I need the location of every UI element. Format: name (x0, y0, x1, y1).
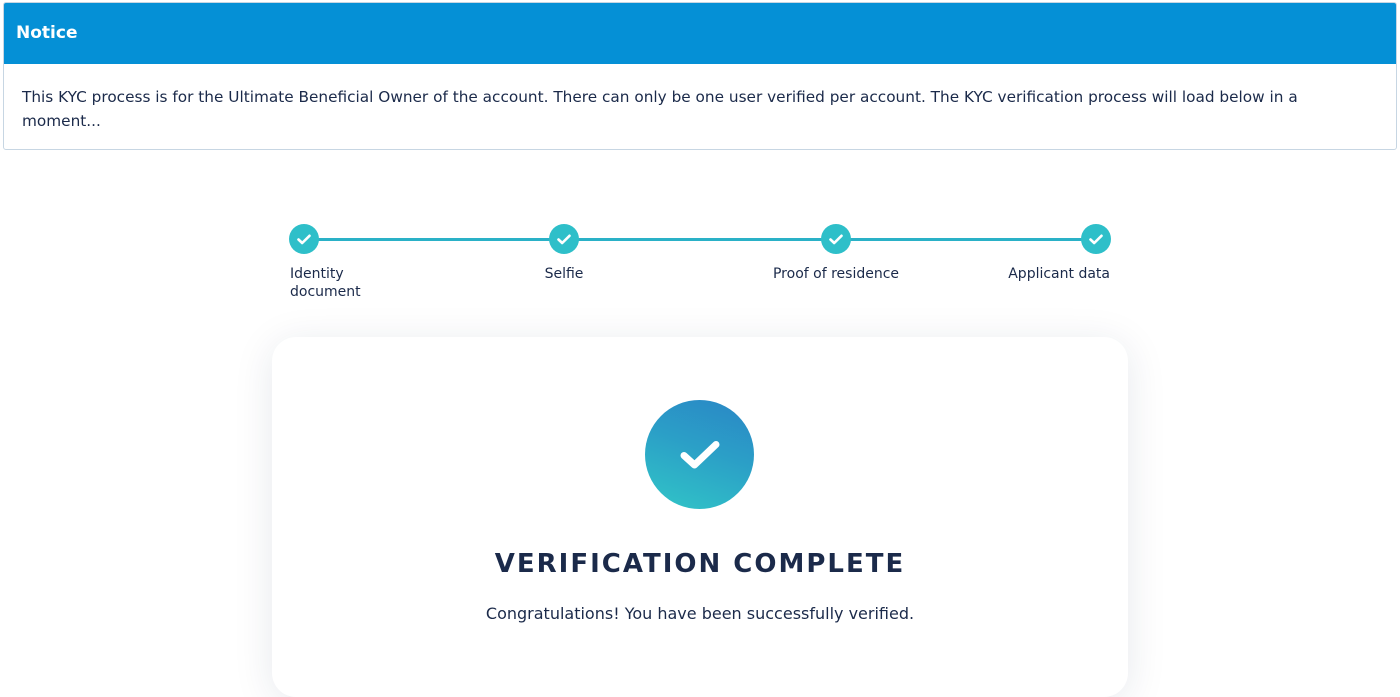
step-applicant-check-icon (1081, 224, 1111, 254)
step-label-identity: Identity document (290, 266, 361, 300)
step-connector (578, 238, 822, 241)
step-connector (318, 238, 550, 241)
step-label-selfie: Selfie (544, 266, 584, 282)
step-residence-check-icon (821, 224, 851, 254)
step-connector (850, 238, 1082, 241)
step-identity-check-icon (289, 224, 319, 254)
step-selfie-check-icon (549, 224, 579, 254)
check-circle-icon (645, 400, 754, 509)
verification-stepper: Identity document Selfie Proof of reside… (0, 0, 1400, 320)
verification-title: VERIFICATION COMPLETE (494, 549, 906, 579)
verification-result-card: VERIFICATION COMPLETE Congratulations! Y… (272, 337, 1128, 697)
step-label-applicant: Applicant data (1008, 266, 1110, 282)
verification-message: Congratulations! You have been successfu… (485, 604, 915, 623)
step-label-residence: Proof of residence (772, 266, 900, 282)
